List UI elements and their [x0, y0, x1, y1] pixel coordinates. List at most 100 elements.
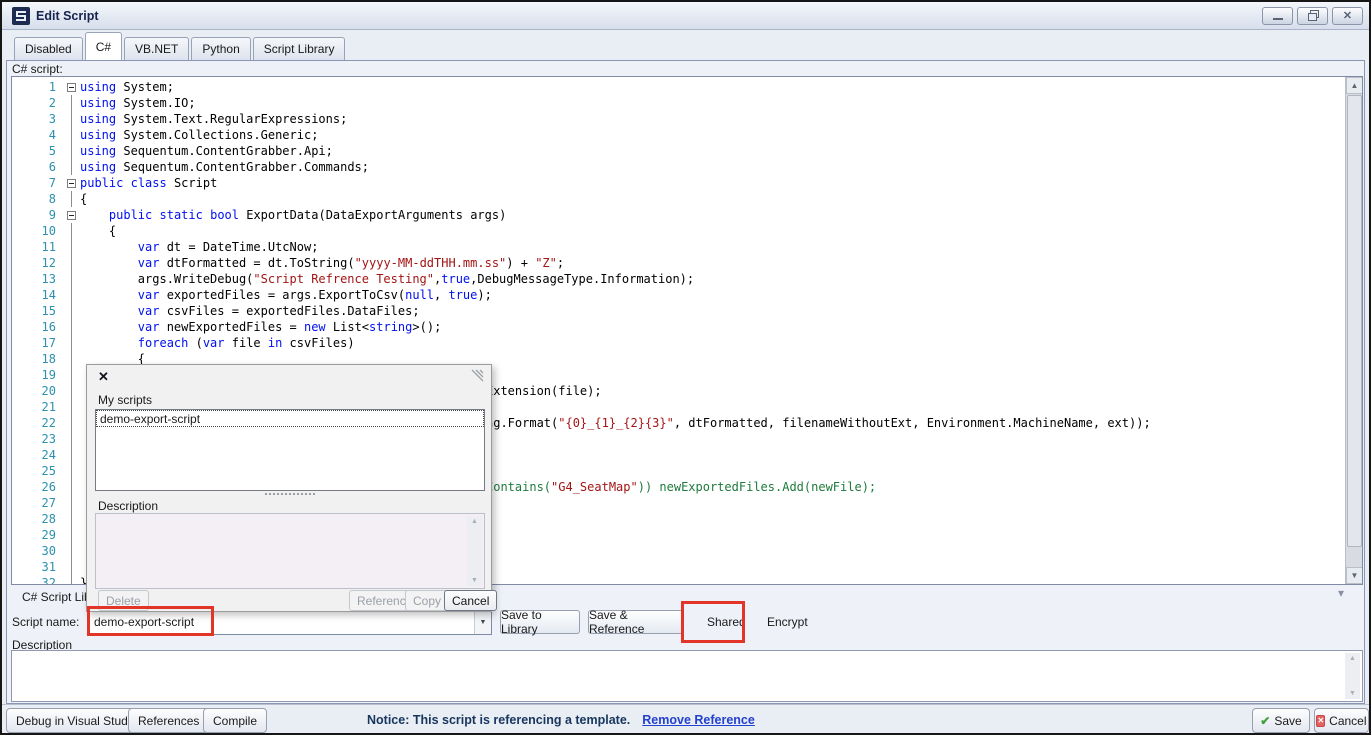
line-number: 22: [12, 415, 62, 431]
remove-reference-link[interactable]: Remove Reference: [642, 713, 755, 727]
tab-script-library[interactable]: Script Library: [253, 37, 346, 60]
compile-button[interactable]: Compile: [203, 708, 267, 733]
fold-guide: [62, 111, 80, 127]
code-line: 10 {: [12, 223, 1342, 239]
code-line: 3using System.Text.RegularExpressions;: [12, 111, 1342, 127]
line-number: 32: [12, 575, 62, 585]
code-line: 11 var dt = DateTime.UtcNow;: [12, 239, 1342, 255]
line-number: 1: [12, 79, 62, 95]
debug-in-visual-studio-button[interactable]: Debug in Visual Studio: [6, 708, 147, 733]
line-number: 4: [12, 127, 62, 143]
fold-guide: [62, 303, 80, 319]
delete-button[interactable]: Delete: [98, 590, 149, 611]
code-fragment: Contains("G4_SeatMap")) newExportedFiles…: [486, 479, 876, 495]
line-number: 13: [12, 271, 62, 287]
scroll-up-icon[interactable]: ▲: [1349, 655, 1356, 662]
save-check-icon: ✔: [1260, 714, 1270, 728]
line-number: 10: [12, 223, 62, 239]
references-button[interactable]: References: [128, 708, 209, 733]
fold-collapse-icon[interactable]: [62, 175, 80, 191]
fold-guide: [62, 431, 80, 447]
code-line: 15 var csvFiles = exportedFiles.DataFile…: [12, 303, 1342, 319]
minimize-button[interactable]: [1262, 7, 1293, 25]
line-number: 24: [12, 447, 62, 463]
line-number: 31: [12, 559, 62, 575]
script-name-dropdown-icon[interactable]: ▼: [474, 610, 491, 634]
cancel-button[interactable]: ✕ Cancel: [1314, 708, 1369, 733]
script-name-input[interactable]: demo-export-script ▼: [87, 609, 492, 635]
fold-collapse-icon[interactable]: [62, 207, 80, 223]
line-number: 8: [12, 191, 62, 207]
line-number: 20: [12, 383, 62, 399]
line-number: 7: [12, 175, 62, 191]
code-line: 1using System;: [12, 79, 1342, 95]
fold-guide: [62, 399, 80, 415]
save-button[interactable]: ✔ Save: [1252, 708, 1310, 733]
cancel-x-icon: ✕: [1316, 715, 1325, 727]
edit-script-dialog: Edit Script ✕ Disabled C# VB.NET Python …: [0, 0, 1371, 735]
code-line: 13 args.WriteDebug("Script Refrence Test…: [12, 271, 1342, 287]
tab-disabled[interactable]: Disabled: [14, 37, 83, 60]
line-number: 3: [12, 111, 62, 127]
fold-guide: [62, 383, 80, 399]
code-line: 16 var newExportedFiles = new List<strin…: [12, 319, 1342, 335]
line-number: 19: [12, 367, 62, 383]
fold-guide: [62, 319, 80, 335]
close-button[interactable]: ✕: [1332, 7, 1363, 25]
line-number: 30: [12, 543, 62, 559]
scroll-down-icon[interactable]: ▼: [1346, 567, 1363, 584]
notice-text: Notice: This script is referencing a tem…: [367, 713, 630, 727]
fold-collapse-icon[interactable]: [62, 79, 80, 95]
code-line: 17 foreach (var file in csvFiles): [12, 335, 1342, 351]
save-and-reference-button[interactable]: Save & Reference: [588, 610, 684, 634]
textarea-scrollbar[interactable]: ▲ ▼: [467, 516, 482, 586]
scroll-up-icon[interactable]: ▲: [471, 518, 478, 525]
fold-guide: [62, 271, 80, 287]
popup-resize-grip-icon[interactable]: [469, 369, 485, 386]
editor-scrollbar[interactable]: ▲ ▼: [1345, 77, 1362, 584]
tab-vbnet[interactable]: VB.NET: [124, 37, 189, 60]
line-number: 15: [12, 303, 62, 319]
fold-guide: [62, 95, 80, 111]
popup-cancel-button[interactable]: Cancel: [444, 590, 497, 611]
tab-strip: Disabled C# VB.NET Python Script Library: [2, 30, 1369, 60]
scripts-listbox[interactable]: demo-export-script: [95, 409, 485, 491]
fold-guide: [62, 191, 80, 207]
tab-csharp[interactable]: C#: [85, 32, 122, 60]
fold-guide: [62, 159, 80, 175]
description-textarea[interactable]: ▲ ▼: [11, 650, 1363, 702]
save-to-library-button[interactable]: Save to Library: [500, 610, 580, 634]
script-name-label: Script name:: [12, 615, 79, 629]
code-line: 14 var exportedFiles = args.ExportToCsv(…: [12, 287, 1342, 303]
fold-guide: [62, 511, 80, 527]
scroll-up-icon[interactable]: ▲: [1346, 77, 1363, 94]
collapse-chevron-icon[interactable]: ▾: [1338, 586, 1344, 600]
line-number: 5: [12, 143, 62, 159]
copy-button[interactable]: Copy: [405, 590, 449, 611]
scroll-down-icon[interactable]: ▼: [1349, 690, 1356, 697]
code-line: 9 public static bool ExportData(DataExpo…: [12, 207, 1342, 223]
scrollbar-thumb[interactable]: [1347, 95, 1362, 547]
fold-guide: [62, 351, 80, 367]
fold-guide: [62, 479, 80, 495]
code-line: 7public class Script: [12, 175, 1342, 191]
fold-guide: [62, 463, 80, 479]
popup-description-textarea[interactable]: ▲ ▼: [95, 513, 485, 589]
tab-python[interactable]: Python: [191, 37, 250, 60]
line-number: 28: [12, 511, 62, 527]
textarea-scrollbar[interactable]: ▲ ▼: [1345, 653, 1360, 699]
popup-close-icon[interactable]: ✕: [98, 369, 109, 385]
line-number: 9: [12, 207, 62, 223]
title-bar[interactable]: Edit Script ✕: [2, 2, 1369, 30]
line-number: 18: [12, 351, 62, 367]
scroll-down-icon[interactable]: ▼: [471, 577, 478, 584]
code-line: 2using System.IO;: [12, 95, 1342, 111]
script-list-item[interactable]: demo-export-script: [96, 410, 484, 427]
fold-guide: [62, 223, 80, 239]
line-number: 16: [12, 319, 62, 335]
fold-guide: [62, 335, 80, 351]
splitter-handle[interactable]: [265, 493, 315, 497]
code-line: 4using System.Collections.Generic;: [12, 127, 1342, 143]
restore-button[interactable]: [1297, 7, 1328, 25]
code-line: 5using Sequentum.ContentGrabber.Api;: [12, 143, 1342, 159]
